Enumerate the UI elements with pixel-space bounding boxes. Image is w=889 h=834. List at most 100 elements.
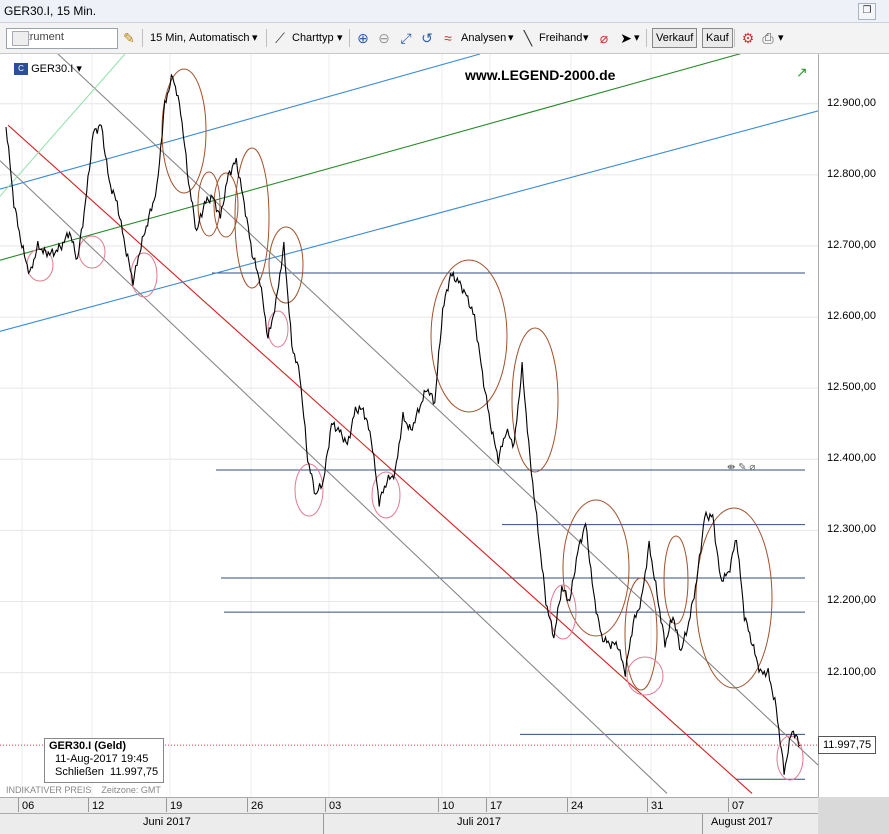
kauf-button[interactable]: Kauf [702,28,733,48]
refresh-icon[interactable]: ↺ [419,30,435,46]
pattern-ellipse [624,577,658,691]
trend-arrow-icon: ↗ [796,64,808,80]
footer-note: INDIKATIVER PREIS Zeitzone: GMT [6,785,161,795]
zoom-out-icon[interactable]: ⊖ [376,30,392,46]
eraser-icon[interactable]: ⌀ [596,30,612,46]
pattern-ellipse [213,172,239,238]
x-tick-mark [486,798,487,812]
x-tick-label: 03 [329,800,342,812]
x-tick-label: 06 [22,800,35,812]
freihand-menu[interactable]: Freihand [539,28,582,48]
charttype-dropdown-icon[interactable]: ▾ [337,28,343,48]
verkauf-button[interactable]: Verkauf [652,28,698,48]
analysen-menu[interactable]: Analysen [461,28,506,48]
separator [142,29,143,47]
x-tick-label: 17 [490,800,503,812]
freihand-dropdown-icon[interactable]: ▾ [583,28,589,48]
x-tick-label: 19 [170,800,183,812]
x-tick-label: 26 [251,800,264,812]
legend-name: GER30.I (Geld) [49,740,127,752]
line-tool-icon[interactable]: ╲ [520,30,536,46]
cursor-dropdown-icon[interactable]: ▾ [634,28,640,48]
interval-select[interactable]: 15 Min, [150,28,186,48]
last-price-label: 11.997,75 [818,736,876,755]
watermark: www.LEGEND-2000.de [465,67,616,83]
separator [646,29,647,47]
x-tick-label: 31 [651,800,664,812]
mode-dropdown-icon[interactable]: ▾ [252,28,258,48]
restore-icon[interactable]: ❐ [858,3,876,20]
title-bar: GER30.I, 15 Min. ❐ [0,0,889,23]
month-label: Juni 2017 [143,816,191,828]
x-tick-label: 07 [732,800,745,812]
cursor-icon[interactable]: ➤ [618,30,634,46]
mode-select[interactable]: Automatisch [189,28,250,48]
y-tick-label: 12.900,00 [827,96,876,109]
symbol-label[interactable]: C GER30.I ▾ [14,62,82,76]
pattern-ellipse [268,226,304,304]
x-tick-label: 10 [442,800,455,812]
price-scale[interactable] [818,54,889,797]
y-tick-label: 12.800,00 [827,167,876,180]
chart-settings-icon[interactable]: ⚙ [740,30,756,46]
instrument-picker-icon[interactable] [12,31,29,46]
y-tick-label: 12.400,00 [827,452,876,465]
analysen-icon[interactable]: ≈ [440,30,456,46]
y-tick-label: 12.500,00 [827,381,876,394]
x-tick-mark [18,798,19,812]
fit-icon[interactable]: ⤢ [398,30,414,46]
y-tick-label: 12.200,00 [827,594,876,607]
x-tick-mark [647,798,648,812]
x-tick-mark [567,798,568,812]
pattern-ellipse [776,735,804,781]
plot-area[interactable] [0,54,818,797]
symbol-text: GER30.I [31,63,74,75]
separator [734,29,735,47]
zone-label: Zeitzone: GMT [101,785,161,795]
charttype-icon[interactable]: ⟋ [272,30,288,46]
print-icon[interactable]: ⎙ [760,30,776,46]
pattern-ellipse [234,147,270,289]
pattern-ellipse [695,507,773,689]
trend-line [0,160,668,794]
separator [266,29,267,47]
indicator-icon[interactable]: ✎ [121,30,137,46]
x-tick-label: 12 [92,800,105,812]
month-divider [702,814,703,834]
x-tick-mark [438,798,439,812]
charttype-menu[interactable]: Charttyp [292,28,334,48]
x-tick-mark [247,798,248,812]
analysen-dropdown-icon[interactable]: ▾ [508,28,514,48]
y-tick-label: 12.600,00 [827,310,876,323]
price-line [5,73,801,775]
window-title: GER30.I, 15 Min. [4,4,97,18]
pattern-ellipse [562,499,630,637]
pattern-ellipse [663,535,689,625]
trend-line [57,54,818,766]
x-tick-label: 24 [571,800,584,812]
x-axis[interactable]: 06 12 19 26 03 10 17 24 31 07 Juni 2017 Juli 2017 Au… [0,797,818,834]
instrument-input[interactable]: Instrument [6,28,118,49]
legend-close-value: 11.997,75 [110,766,159,778]
month-label: Juli 2017 [457,816,502,828]
symbol-dropdown-icon[interactable]: ▾ [76,63,82,75]
pattern-ellipse [626,656,664,696]
print-dropdown-icon[interactable]: ▾ [778,28,784,48]
month-label: August 2017 [711,816,773,828]
cfd-icon: C [14,63,28,76]
zoom-in-icon[interactable]: ⊕ [355,30,371,46]
trend-line [0,110,818,332]
y-tick-label: 12.300,00 [827,523,876,536]
y-tick-label: 12.700,00 [827,238,876,251]
separator [349,29,350,47]
line-tools-icon[interactable]: ⇼ ✎ ⌀ [727,462,755,473]
x-tick-mark [88,798,89,812]
toolbar: Instrument ✎ 15 Min, Automatisch ▾ ⟋ Cha… [0,23,889,54]
price-chart[interactable] [0,54,818,797]
legend-close-label: Schließen [55,766,104,778]
x-tick-mark [325,798,326,812]
indik-label: INDIKATIVER PREIS [6,785,92,795]
x-tick-mark [166,798,167,812]
legend-close: Schließen 11.997,75 [49,766,159,779]
y-tick-label: 12.100,00 [827,665,876,678]
